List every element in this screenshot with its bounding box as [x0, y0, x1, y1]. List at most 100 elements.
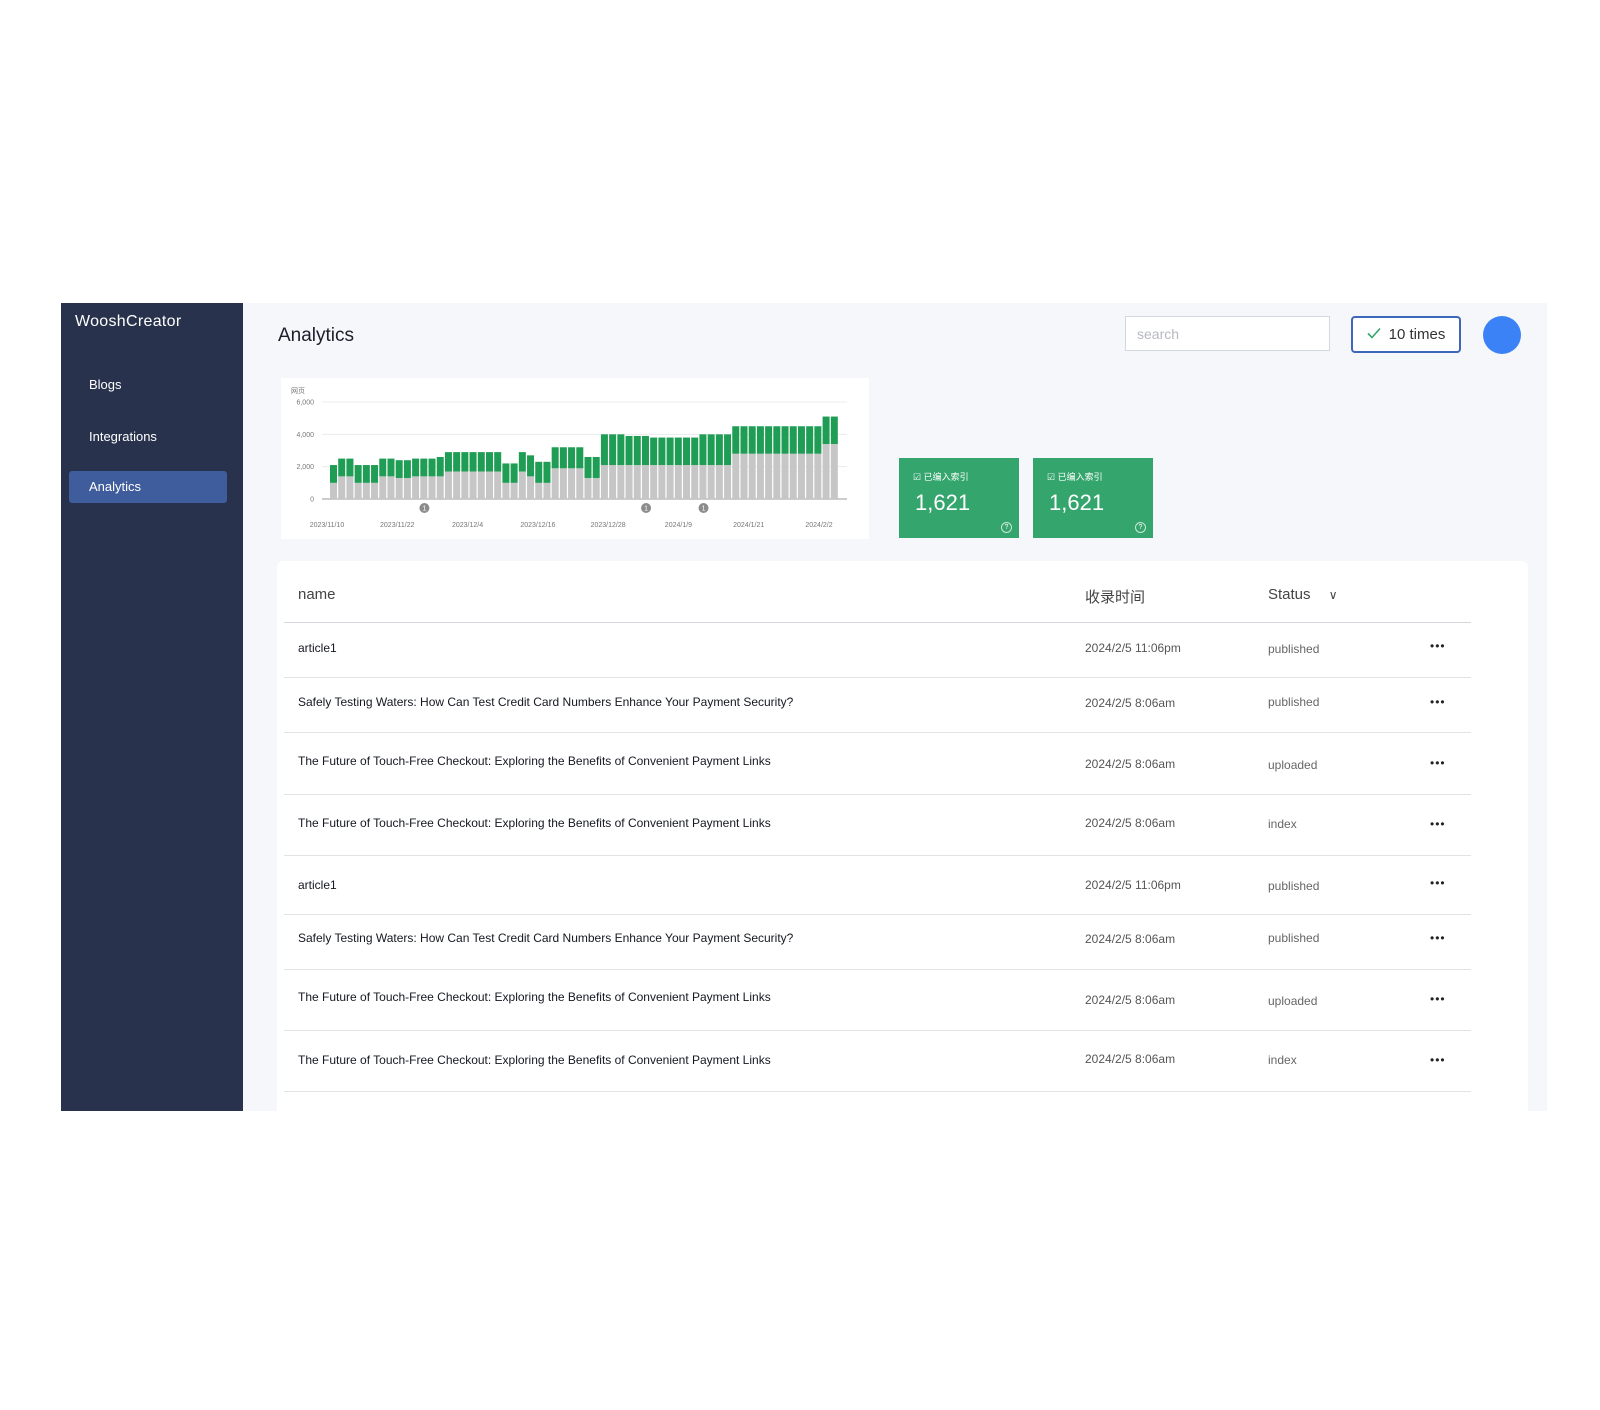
chart-xtick-label: 2023/12/16: [520, 522, 555, 529]
chart-bar-green: [773, 426, 781, 454]
chart-bar-grey: [518, 471, 526, 499]
status-text: index: [1268, 817, 1297, 831]
article-name[interactable]: The Future of Touch-Free Checkout: Explo…: [298, 816, 771, 830]
table-row[interactable]: The Future of Touch-Free Checkout: Explo…: [284, 733, 1471, 795]
column-header-status[interactable]: Status ∨: [1268, 586, 1338, 603]
chart-bar-green: [502, 463, 510, 483]
chart-bar-green: [789, 426, 797, 454]
article-name[interactable]: article1: [298, 641, 337, 655]
chart-bar-grey: [362, 482, 370, 499]
sidebar-item-integrations[interactable]: Integrations: [69, 421, 227, 453]
column-header-time[interactable]: 收录时间: [1085, 586, 1145, 607]
indexed-pages-chart: 网页 02,0004,0006,000 1111 2023/11/102023/…: [291, 387, 847, 529]
chart-bar-grey: [707, 465, 715, 499]
table-row[interactable]: article1 2024/2/5 11:06pm published •••: [284, 623, 1471, 678]
table-row[interactable]: The Future of Touch-Free Checkout: Explo…: [284, 795, 1471, 856]
chart-card: 网页 02,0004,0006,000 1111 2023/11/102023/…: [281, 378, 869, 539]
table-row[interactable]: The Future of Touch-Free Checkout: Explo…: [284, 1031, 1471, 1092]
chart-bar-grey: [354, 482, 362, 499]
chart-ytick-label: 6,000: [296, 400, 314, 407]
chart-bar-green: [568, 447, 576, 469]
indexed-time: 2024/2/5 11:06pm: [1085, 641, 1181, 655]
chevron-down-icon[interactable]: ∨: [1329, 588, 1338, 602]
more-icon[interactable]: •••: [1430, 931, 1446, 945]
chart-bar-grey: [436, 476, 444, 499]
chart-bar-grey: [412, 476, 420, 499]
article-name[interactable]: The Future of Touch-Free Checkout: Explo…: [298, 754, 771, 768]
chart-bar-green: [412, 458, 420, 477]
chart-bar-green: [600, 434, 608, 466]
chart-bar-grey: [740, 453, 748, 499]
chart-xtick-label: 2024/2/2: [805, 522, 832, 529]
chart-bar-green: [428, 458, 436, 477]
chart-bar-green: [510, 463, 518, 483]
chart-bar-green: [715, 434, 723, 466]
article-name[interactable]: The Future of Touch-Free Checkout: Explo…: [298, 990, 771, 1004]
help-icon[interactable]: ?: [1001, 522, 1012, 533]
chart-bar-green: [609, 434, 617, 466]
table-row[interactable]: Safely Testing Waters: How Can Test Cred…: [284, 678, 1471, 733]
chart-bar-grey: [814, 453, 822, 499]
times-label: 10 times: [1388, 326, 1446, 343]
chart-xtick-label: 2024/1/9: [665, 522, 692, 529]
avatar[interactable]: [1483, 316, 1521, 354]
chart-bar-grey: [732, 453, 740, 499]
more-icon[interactable]: •••: [1430, 817, 1446, 831]
article-name[interactable]: Safely Testing Waters: How Can Test Cred…: [298, 695, 793, 709]
chart-bar-grey: [568, 468, 576, 499]
articles-table: name 收录时间 Status ∨ article1 2024/2/5 11:…: [277, 561, 1528, 1111]
chart-bar-grey: [830, 444, 838, 499]
more-icon[interactable]: •••: [1430, 695, 1446, 709]
chart-bar-green: [707, 434, 715, 466]
chart-bar-grey: [543, 482, 551, 499]
article-name[interactable]: The Future of Touch-Free Checkout: Explo…: [298, 1053, 771, 1067]
article-name[interactable]: Safely Testing Waters: How Can Test Cred…: [298, 931, 793, 945]
table-row[interactable]: article1 2024/2/5 11:06pm published •••: [284, 856, 1471, 915]
chart-bar-grey: [494, 471, 502, 499]
more-icon[interactable]: •••: [1430, 876, 1446, 890]
indexed-stat-card[interactable]: ☑ 已编入索引 1,621 ?: [1033, 458, 1153, 538]
chart-bar-green: [641, 435, 649, 466]
chart-xtick-label: 2023/12/4: [452, 522, 483, 529]
table-row[interactable]: The Future of Touch-Free Checkout: Explo…: [284, 970, 1471, 1031]
search-input[interactable]: [1125, 316, 1330, 351]
chart-bar-grey: [748, 453, 756, 499]
chart-bar-green: [633, 435, 641, 466]
column-header-name[interactable]: name: [298, 586, 336, 603]
chart-bar-green: [485, 452, 493, 472]
chart-bar-grey: [625, 465, 633, 499]
chart-bar-grey: [773, 453, 781, 499]
status-text: index: [1268, 1053, 1297, 1067]
table-row[interactable]: Safely Testing Waters: How Can Test Cred…: [284, 915, 1471, 970]
more-icon[interactable]: •••: [1430, 639, 1446, 653]
indexed-time: 2024/2/5 8:06am: [1085, 932, 1176, 946]
times-button[interactable]: 10 times: [1351, 316, 1461, 353]
more-icon[interactable]: •••: [1430, 756, 1446, 770]
help-icon[interactable]: ?: [1135, 522, 1146, 533]
sidebar-item-blogs[interactable]: Blogs: [69, 369, 227, 401]
chart-bar-green: [338, 458, 346, 477]
chart-bar-grey: [658, 465, 666, 499]
chart-ytick-label: 0: [310, 497, 314, 504]
chart-bar-grey: [756, 453, 764, 499]
chart-bar-green: [625, 435, 633, 466]
chart-bar-green: [403, 460, 411, 478]
chart-bar-grey: [666, 465, 674, 499]
chart-bar-green: [797, 426, 805, 454]
chart-bar-green: [592, 456, 600, 478]
more-icon[interactable]: •••: [1430, 992, 1446, 1006]
brand-logo[interactable]: WooshCreator: [75, 313, 181, 331]
indexed-stat-card[interactable]: ☑ 已编入索引 1,621 ?: [899, 458, 1019, 538]
status-text: published: [1268, 642, 1320, 656]
chart-bar-grey: [469, 471, 477, 499]
chart-bar-green: [732, 426, 740, 454]
chart-bar-green: [814, 426, 822, 454]
sidebar-item-analytics[interactable]: Analytics: [69, 471, 227, 503]
chart-bar-green: [584, 456, 592, 478]
more-icon[interactable]: •••: [1430, 1053, 1446, 1067]
article-name[interactable]: article1: [298, 878, 337, 892]
chart-bar-green: [806, 426, 814, 454]
status-text: published: [1268, 879, 1320, 893]
chart-bar-green: [477, 452, 485, 472]
chart-bar-grey: [395, 477, 403, 499]
